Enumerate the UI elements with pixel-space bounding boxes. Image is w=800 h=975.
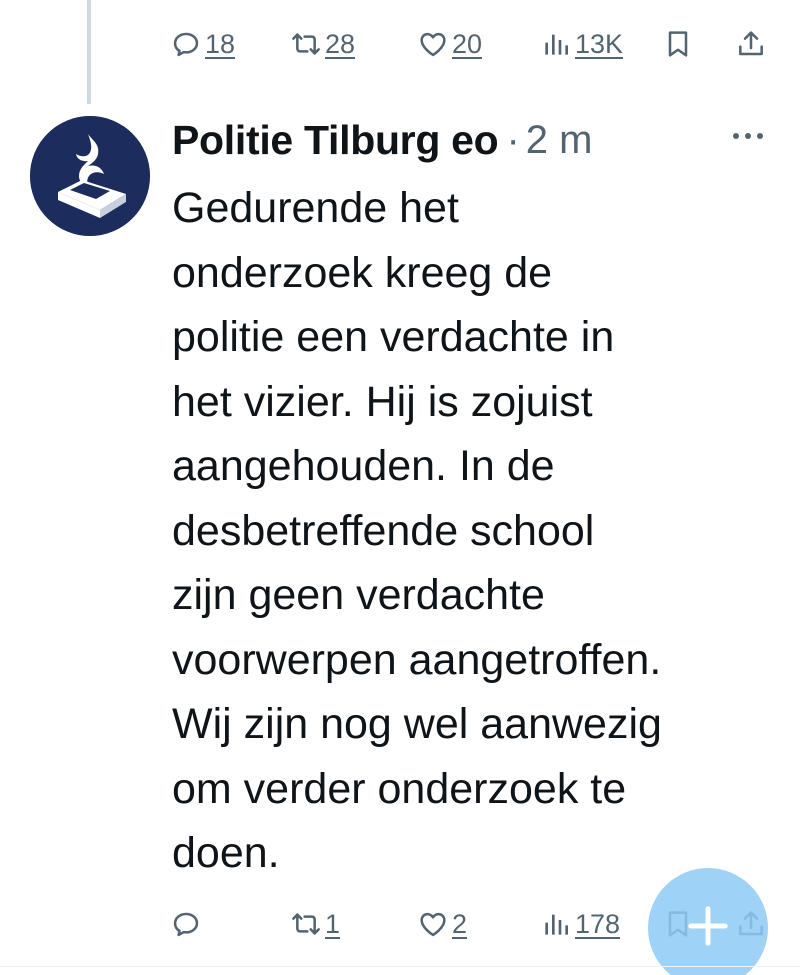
views-button[interactable]: 178: [540, 908, 620, 940]
tweet-thread: 18 28 20 13K Politie Tilburg eo · 2 m Ge…: [0, 0, 800, 975]
retweet-button[interactable]: 28: [290, 28, 355, 60]
like-button[interactable]: 20: [417, 28, 482, 60]
bookmark-button[interactable]: [662, 28, 694, 60]
separator-dot: ·: [506, 117, 520, 162]
views-icon: [540, 908, 572, 940]
tweet-text: Gedurende het onderzoek kreeg de politie…: [172, 184, 662, 877]
share-icon: [735, 28, 767, 60]
views-icon: [540, 28, 572, 60]
tweet-time[interactable]: 2 m: [526, 118, 593, 163]
share-button[interactable]: [735, 28, 767, 60]
author-name[interactable]: Politie Tilburg eo: [172, 117, 499, 164]
retweet-count: 1: [325, 908, 341, 939]
plus-icon: [685, 903, 731, 954]
reply-button[interactable]: 18: [170, 28, 235, 60]
thread-connector-line: [87, 0, 91, 104]
retweet-icon: [290, 28, 322, 60]
more-options-button[interactable]: [728, 120, 768, 156]
views-button[interactable]: 13K: [540, 28, 623, 60]
retweet-button[interactable]: 1: [290, 908, 340, 940]
more-icon: [728, 129, 768, 147]
like-button[interactable]: 2: [417, 908, 467, 940]
heart-icon: [417, 28, 449, 60]
retweet-count: 28: [325, 28, 356, 59]
like-count: 20: [452, 28, 483, 59]
like-count: 2: [452, 908, 468, 939]
retweet-icon: [290, 908, 322, 940]
divider: [0, 966, 800, 967]
views-count: 178: [575, 908, 621, 939]
reply-count: 18: [205, 28, 236, 59]
heart-icon: [417, 908, 449, 940]
tweet-header: Politie Tilburg eo · 2 m: [172, 112, 592, 168]
reply-icon: [170, 908, 202, 940]
views-count: 13K: [575, 28, 624, 59]
police-logo-icon: [30, 116, 150, 236]
avatar[interactable]: [30, 116, 150, 236]
previous-tweet-action-bar: 18 28 20 13K: [170, 18, 770, 68]
reply-icon: [170, 28, 202, 60]
bookmark-icon: [662, 28, 694, 60]
reply-button[interactable]: [170, 908, 205, 940]
